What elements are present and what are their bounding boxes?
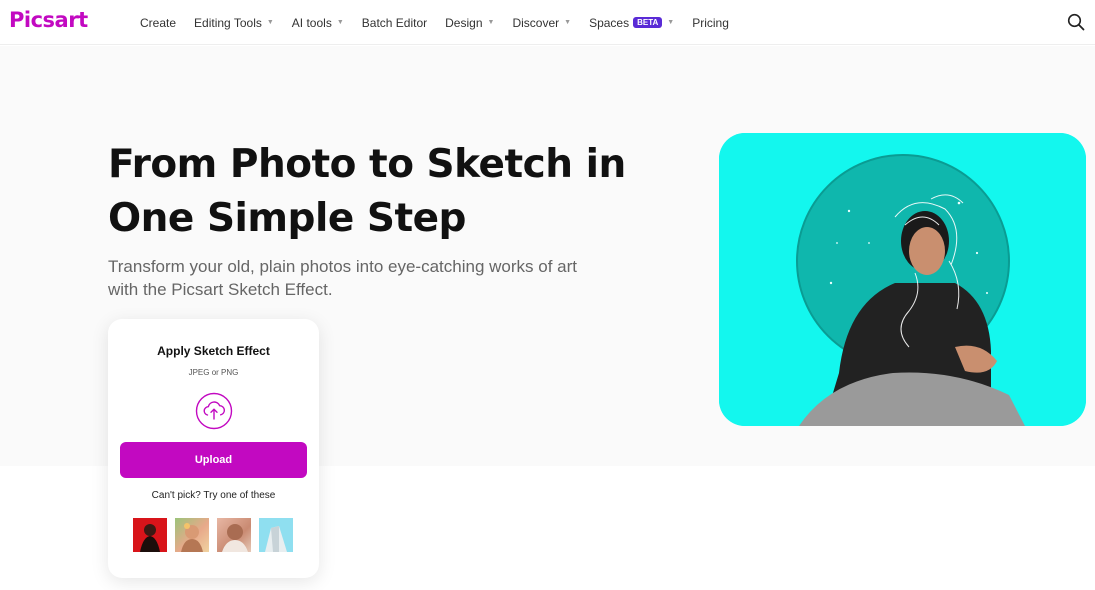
sample-images-prompt: Can't pick? Try one of these xyxy=(151,490,276,501)
sample-image-4[interactable] xyxy=(259,518,293,552)
chevron-down-icon: ▼ xyxy=(266,19,274,26)
nav-batch-editor[interactable]: Batch Editor xyxy=(362,16,427,30)
sketch-effect-example-image xyxy=(719,133,1086,426)
sample-image-2[interactable] xyxy=(175,518,209,552)
nav-spaces-label: Spaces xyxy=(589,15,630,30)
chevron-down-icon: ▼ xyxy=(336,19,344,26)
title-line-2: One Simple Step xyxy=(108,196,466,241)
nav-design[interactable]: Design ▼ xyxy=(445,16,494,30)
sample-image-3[interactable] xyxy=(217,518,251,552)
nav-create[interactable]: Create xyxy=(140,16,176,30)
card-title: Apply Sketch Effect xyxy=(157,344,270,358)
chevron-down-icon: ▼ xyxy=(487,19,495,26)
beta-badge: BETA xyxy=(633,17,663,28)
upload-button[interactable]: Upload xyxy=(120,442,307,478)
cloud-upload-icon[interactable] xyxy=(195,392,233,430)
page-subtitle: Transform your old, plain photos into ey… xyxy=(108,255,668,301)
page-title: From Photo to Sketch in One Simple Step xyxy=(108,138,668,246)
supported-formats: JPEG or PNG xyxy=(188,368,239,377)
chevron-down-icon: ▼ xyxy=(564,19,572,26)
chevron-down-icon: ▼ xyxy=(667,19,675,26)
main-nav: Create Editing Tools ▼ AI tools ▼ Batch … xyxy=(140,0,747,45)
nav-create-label: Create xyxy=(140,15,177,30)
nav-design-label: Design xyxy=(445,15,483,30)
nav-discover[interactable]: Discover ▼ xyxy=(512,16,571,30)
nav-editing-tools[interactable]: Editing Tools ▼ xyxy=(194,16,274,30)
nav-pricing-label: Pricing xyxy=(692,15,729,30)
sample-image-1[interactable] xyxy=(133,518,167,552)
upload-card: Apply Sketch Effect JPEG or PNG Upload C… xyxy=(108,319,319,578)
picsart-logo[interactable]: Picsart xyxy=(9,8,88,32)
nav-pricing[interactable]: Pricing xyxy=(692,16,729,30)
nav-spaces[interactable]: Spaces BETA ▼ xyxy=(589,16,674,30)
nav-ai-tools-label: AI tools xyxy=(291,15,332,30)
top-navigation-bar: Picsart Create Editing Tools ▼ AI tools … xyxy=(0,0,1095,45)
subtitle-line-2: with the Picsart Sketch Effect. xyxy=(108,280,333,299)
search-icon[interactable] xyxy=(1067,13,1085,31)
nav-ai-tools[interactable]: AI tools ▼ xyxy=(292,16,344,30)
nav-discover-label: Discover xyxy=(512,15,560,30)
title-line-1: From Photo to Sketch in xyxy=(108,142,626,187)
nav-batch-editor-label: Batch Editor xyxy=(361,15,428,30)
nav-editing-tools-label: Editing Tools xyxy=(194,15,262,30)
subtitle-line-1: Transform your old, plain photos into ey… xyxy=(108,257,577,276)
sample-images xyxy=(133,518,301,552)
